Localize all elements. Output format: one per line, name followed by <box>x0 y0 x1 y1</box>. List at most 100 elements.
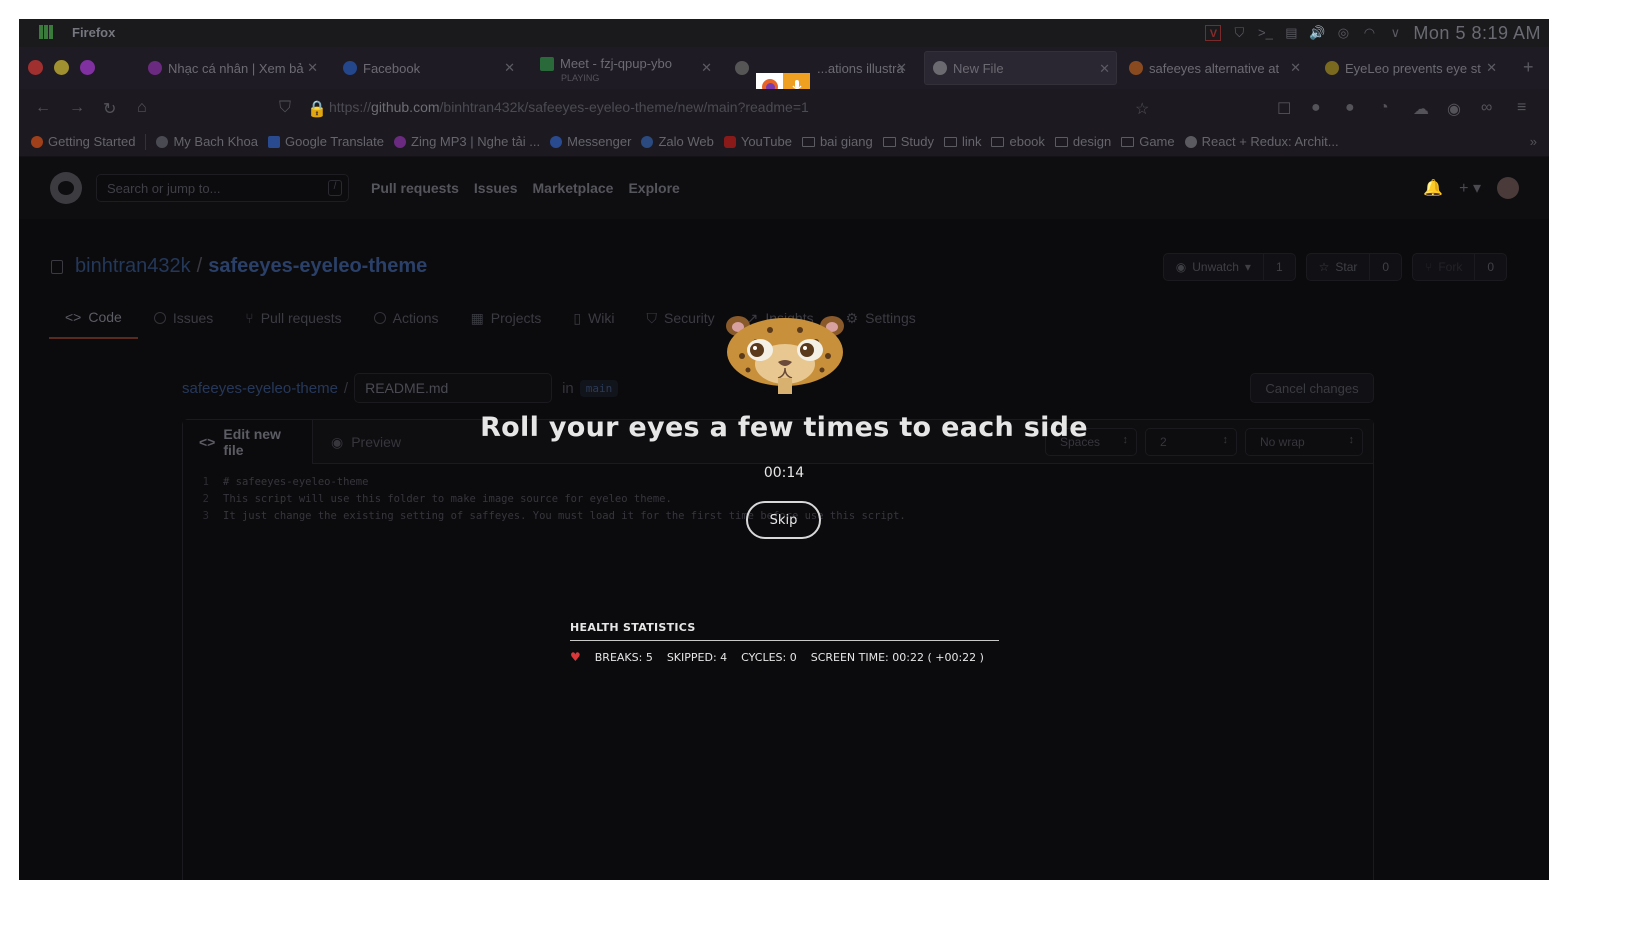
eye-icon: ◉ <box>1175 260 1187 274</box>
tab-label: Projects <box>490 310 542 326</box>
app-menu-icon[interactable] <box>39 25 55 41</box>
forward-icon[interactable]: → <box>69 99 85 117</box>
tab-actions[interactable]: Actions <box>358 301 455 339</box>
wifi-icon[interactable]: ◠ <box>1361 25 1377 41</box>
bookmark-star-icon[interactable]: ☆ <box>1135 99 1149 119</box>
tab-label: Actions <box>392 310 439 326</box>
bookmark-messenger[interactable]: Messenger <box>550 134 631 149</box>
skip-button[interactable]: Skip <box>746 501 821 539</box>
extension-icon[interactable]: ◔ <box>1379 99 1389 117</box>
tab-projects[interactable]: ▦ Projects <box>455 301 558 339</box>
tab-safeeyes-alternative[interactable]: safeeyes alternative at ✕ <box>1121 51 1307 85</box>
more-bookmarks-icon[interactable]: » <box>1530 134 1537 149</box>
bookmark-folder-study[interactable]: Study <box>882 134 934 149</box>
github-logo-icon[interactable] <box>50 172 82 204</box>
chevron-down-icon[interactable]: ∨ <box>1387 25 1403 41</box>
back-icon[interactable]: ← <box>35 99 51 117</box>
clipboard-icon[interactable]: ▤ <box>1283 25 1299 41</box>
bookmark-my-bach-khoa[interactable]: My Bach Khoa <box>156 134 258 149</box>
tab-facebook[interactable]: Facebook ✕ <box>335 51 521 85</box>
bookmark-label: Zing MP3 | Nghe tải ... <box>411 134 541 149</box>
avatar[interactable] <box>1497 177 1519 199</box>
close-icon[interactable]: ✕ <box>1099 61 1110 77</box>
shield-icon[interactable]: ⛉ <box>1231 25 1247 41</box>
folder-icon <box>943 136 957 147</box>
lock-icon[interactable]: 🔒 <box>307 99 327 119</box>
volume-icon[interactable]: 🔊 <box>1309 25 1325 41</box>
maximize-window-icon[interactable] <box>80 60 95 75</box>
star-button[interactable]: ☆ Star 0 <box>1305 253 1403 281</box>
bookmark-folder-bai-giang[interactable]: bai giang <box>801 134 873 149</box>
extension-icon[interactable]: ● <box>1311 99 1321 117</box>
cancel-changes-button[interactable]: Cancel changes <box>1250 373 1374 403</box>
url-bar[interactable]: https://github.com/binhtran432k/safeeyes… <box>329 99 809 115</box>
close-icon[interactable]: ✕ <box>307 60 318 76</box>
nav-marketplace[interactable]: Marketplace <box>533 180 614 196</box>
bookmark-react-redux[interactable]: React + Redux: Archit... <box>1184 134 1339 149</box>
bookmark-google-translate[interactable]: Google Translate <box>268 134 384 149</box>
file-name-input[interactable]: README.md <box>354 373 553 403</box>
bookmark-separator <box>145 133 147 150</box>
star-count: 0 <box>1382 260 1390 274</box>
fork-label: Fork <box>1438 260 1463 274</box>
tab-wiki[interactable]: ▯ Wiki <box>557 301 630 339</box>
github-header-actions: 🔔 + ▾ <box>1423 177 1519 199</box>
tab-issues[interactable]: Issues <box>138 301 229 339</box>
bookmark-youtube[interactable]: YouTube <box>723 134 792 149</box>
watch-button[interactable]: ◉ Unwatch ▾ 1 <box>1162 253 1296 281</box>
tab-illustrations[interactable]: ...ations illustra ✕ <box>727 51 913 85</box>
fork-button[interactable]: ⑂ Fork 0 <box>1412 253 1507 281</box>
extension-icon[interactable]: ∞ <box>1481 99 1492 117</box>
new-tab-icon[interactable]: + <box>1523 57 1534 78</box>
close-icon[interactable]: ✕ <box>701 60 712 76</box>
tab-meet[interactable]: Meet - fzj-qpup-ybo PLAYING ✕ <box>532 51 718 85</box>
tab-code[interactable]: <> Code <box>49 301 138 339</box>
vivaldi-icon[interactable]: V <box>1205 25 1222 41</box>
close-icon[interactable]: ✕ <box>1486 60 1497 76</box>
tab-nhac-ca-nhan[interactable]: Nhạc cá nhân | Xem bả ✕ <box>140 51 324 85</box>
bookmark-getting-started[interactable]: Getting Started <box>31 134 135 149</box>
file-path-root-link[interactable]: safeeyes-eyeleo-theme <box>182 380 338 397</box>
nav-explore[interactable]: Explore <box>628 180 679 196</box>
bookmark-zalo-web[interactable]: Zalo Web <box>641 134 714 149</box>
search-input[interactable]: Search or jump to... / <box>96 174 349 202</box>
extension-icon[interactable]: ◉ <box>1447 99 1461 119</box>
bookmark-zing-mp3[interactable]: Zing MP3 | Nghe tải ... <box>394 134 540 149</box>
bookmark-label: bai giang <box>819 134 873 149</box>
bookmark-folder-game[interactable]: Game <box>1121 134 1175 149</box>
reload-icon[interactable]: ↻ <box>103 99 116 119</box>
repo-owner-link[interactable]: binhtran432k <box>75 255 191 278</box>
close-icon[interactable]: ✕ <box>1290 60 1301 76</box>
issues-icon <box>153 312 166 324</box>
microphone-icon[interactable]: ◎ <box>1335 25 1351 41</box>
nav-pull-requests[interactable]: Pull requests <box>371 180 459 196</box>
clock[interactable]: Mon 5 8:19 AM <box>1413 23 1541 44</box>
menu-icon[interactable]: ≡ <box>1517 99 1526 117</box>
close-icon[interactable]: ✕ <box>504 60 515 76</box>
bookmark-folder-design[interactable]: design <box>1054 134 1111 149</box>
bookmark-folder-link[interactable]: link <box>943 134 981 149</box>
tab-new-file[interactable]: New File ✕ <box>924 51 1117 85</box>
star-icon: ☆ <box>1318 260 1330 274</box>
tracking-shield-icon[interactable]: ⛉ <box>279 99 291 117</box>
tab-eyeleo[interactable]: EyeLeo prevents eye st ✕ <box>1317 51 1503 85</box>
search-placeholder: Search or jump to... <box>107 181 221 196</box>
break-message: Roll your eyes a few times to each side <box>480 412 1088 443</box>
minimize-window-icon[interactable] <box>54 60 69 75</box>
nav-issues[interactable]: Issues <box>474 180 518 196</box>
home-icon[interactable]: ⌂ <box>137 99 147 117</box>
terminal-icon[interactable]: >_ <box>1257 25 1273 41</box>
pocket-icon[interactable]: ☐ <box>1277 99 1291 119</box>
bookmark-folder-ebook[interactable]: ebook <box>991 134 1045 149</box>
repo-name-link[interactable]: safeeyes-eyeleo-theme <box>208 255 427 278</box>
plus-icon[interactable]: + ▾ <box>1459 178 1481 198</box>
bell-icon[interactable]: 🔔 <box>1423 178 1443 198</box>
glasses-icon <box>1184 135 1197 148</box>
close-icon[interactable]: ✕ <box>896 60 907 76</box>
tab-security[interactable]: ⛉ Security <box>631 301 731 339</box>
github-icon <box>933 61 947 75</box>
extension-icon[interactable]: ● <box>1345 99 1355 117</box>
tab-pull-requests[interactable]: ⑂ Pull requests <box>229 301 357 339</box>
extension-icon[interactable]: ☁ <box>1413 99 1429 119</box>
close-window-icon[interactable] <box>28 60 43 75</box>
